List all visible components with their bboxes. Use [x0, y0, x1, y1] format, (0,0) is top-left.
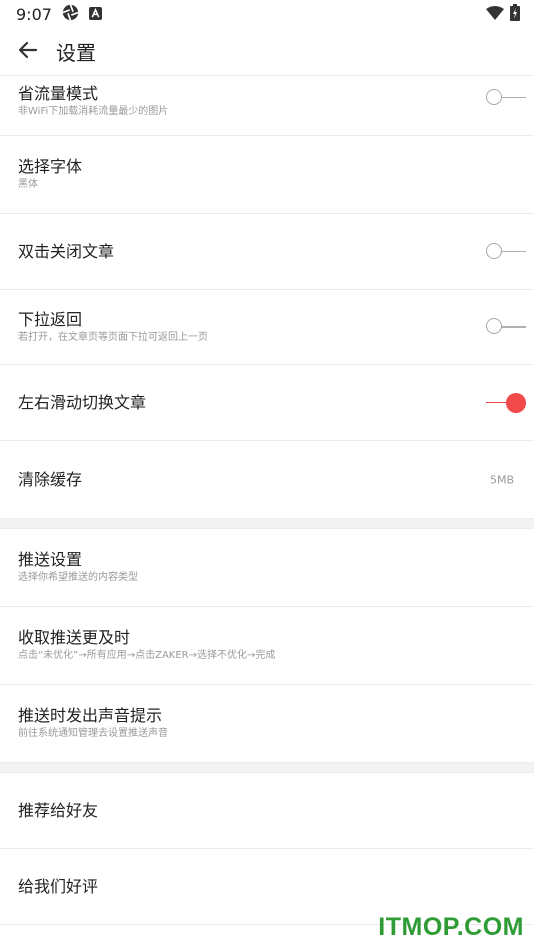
- section-divider: [0, 519, 534, 529]
- setting-title: 左右滑动切换文章: [18, 392, 147, 412]
- setting-subtitle: 若打开，在文章页等页面下拉可返回上一页: [18, 331, 208, 343]
- setting-push-sound[interactable]: 推送时发出声音提示 前往系统通知管理去设置推送声音: [0, 685, 534, 763]
- switch-track: [500, 326, 526, 328]
- setting-subtitle: 前往系统通知管理去设置推送声音: [18, 728, 168, 739]
- data-saver-switch[interactable]: [486, 88, 526, 108]
- setting-swipe-switch[interactable]: 左右滑动切换文章: [0, 365, 534, 441]
- app-bar: 设置: [0, 28, 534, 76]
- wifi-icon: [486, 5, 504, 24]
- setting-title: 给我们好评: [18, 876, 99, 896]
- status-bar: 9:07: [0, 0, 534, 28]
- setting-subtitle: 点击“未优化”→所有应用→点击ZAKER→选择不优化→完成: [18, 650, 276, 661]
- settings-list: 省流量模式 非WiFi下加载消耗流量最少的图片 选择字体 黑体 双击关闭文章 下…: [0, 76, 534, 925]
- arrow-left-icon: [18, 40, 38, 64]
- setting-title: 选择字体: [18, 157, 83, 176]
- setting-data-saver[interactable]: 省流量模式 非WiFi下加载消耗流量最少的图片: [0, 76, 534, 136]
- page-title: 设置: [56, 41, 96, 65]
- setting-double-tap-close[interactable]: 双击关闭文章: [0, 214, 534, 290]
- setting-clear-cache[interactable]: 清除缓存 5MB: [0, 441, 534, 519]
- setting-subtitle: 黑体: [18, 179, 38, 190]
- setting-title: 下拉返回: [18, 309, 83, 329]
- setting-title: 推荐给好友: [18, 800, 99, 820]
- setting-title: 推送时发出声音提示: [18, 706, 163, 725]
- pull-back-switch[interactable]: [486, 317, 526, 337]
- aperture-icon: [62, 4, 79, 25]
- setting-pull-back[interactable]: 下拉返回 若打开，在文章页等页面下拉可返回上一页: [0, 290, 534, 365]
- setting-title: 收取推送更及时: [18, 628, 131, 647]
- double-tap-close-switch[interactable]: [486, 242, 526, 262]
- swipe-switch-switch[interactable]: [486, 392, 526, 413]
- battery-charging-icon: [510, 3, 520, 25]
- switch-knob: [506, 392, 526, 413]
- setting-subtitle: 选择你希望推送的内容类型: [18, 572, 138, 583]
- setting-push-timely[interactable]: 收取推送更及时 点击“未优化”→所有应用→点击ZAKER→选择不优化→完成: [0, 607, 534, 685]
- switch-track: [500, 250, 526, 252]
- watermark: ITMOP.COM: [378, 913, 524, 941]
- setting-title: 省流量模式: [18, 84, 99, 103]
- setting-font[interactable]: 选择字体 黑体: [0, 136, 534, 214]
- section-divider: [0, 763, 534, 773]
- back-button[interactable]: [0, 28, 56, 76]
- status-time: 9:07: [16, 4, 52, 24]
- switch-knob: [486, 88, 502, 105]
- a-badge-icon: [88, 5, 102, 24]
- switch-knob: [486, 318, 502, 334]
- switch-knob: [486, 242, 502, 259]
- setting-push-settings[interactable]: 推送设置 选择你希望推送的内容类型: [0, 529, 534, 607]
- setting-title: 双击关闭文章: [18, 241, 115, 261]
- switch-track: [486, 401, 508, 403]
- setting-subtitle: 非WiFi下加载消耗流量最少的图片: [18, 106, 169, 117]
- setting-title: 清除缓存: [18, 469, 83, 489]
- switch-track: [500, 96, 526, 98]
- setting-title: 推送设置: [18, 550, 83, 569]
- setting-recommend[interactable]: 推荐给好友: [0, 773, 534, 849]
- cache-size: 5MB: [489, 473, 514, 486]
